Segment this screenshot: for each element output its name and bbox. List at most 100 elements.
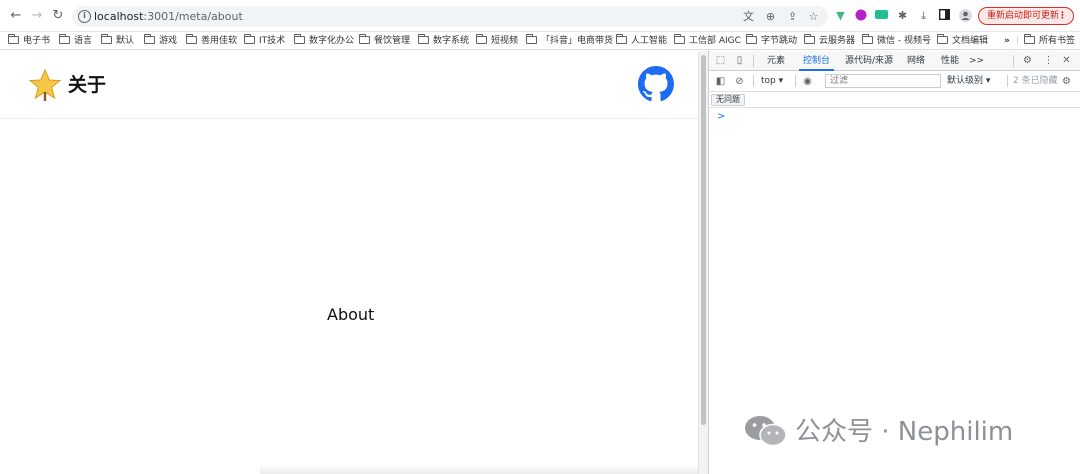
folder-icon: [59, 33, 70, 44]
toolbar-divider: [1007, 75, 1008, 87]
web-page: 关于 About: [0, 51, 698, 474]
wechat-logo-icon: [745, 416, 787, 447]
github-icon[interactable]: [638, 66, 674, 102]
bookmark-folder[interactable]: 「抖音」电商带货: [526, 33, 613, 48]
bookmark-folder[interactable]: 字节跳动: [746, 33, 797, 48]
folder-icon: [804, 33, 815, 44]
menu-dots-icon: ⋮: [1058, 11, 1067, 21]
page-title: 关于: [68, 74, 107, 96]
back-arrow-icon[interactable]: ←: [8, 8, 24, 24]
bookmark-folder[interactable]: 语言: [59, 33, 92, 48]
watermark-text: 公众号 · Nephilim: [795, 417, 1014, 447]
toolbar-divider: [795, 75, 796, 87]
folder-icon: [244, 33, 255, 44]
folder-icon: [616, 33, 627, 44]
folder-icon: [418, 33, 429, 44]
translate-icon[interactable]: 文: [742, 10, 755, 23]
page-bottom-shadow: [260, 464, 698, 474]
bookmark-folder[interactable]: 数字化办公: [294, 33, 354, 48]
tab-network[interactable]: 网络: [907, 51, 925, 71]
tab-elements[interactable]: 元素: [767, 51, 785, 71]
bookmarks-bar: 电子书 语言 默认 游戏 善用佳软 IT技术 数字化办公 餐饮管理 数字系统 短…: [0, 32, 1080, 50]
context-select[interactable]: top ▾: [761, 75, 783, 88]
bookmark-folder[interactable]: 微信 - 视频号: [862, 33, 931, 48]
folder-icon: [526, 33, 537, 44]
address-bar[interactable]: i localhost:3001/meta/about 文 ⊕ ⇪ ☆: [72, 6, 828, 27]
settings-gear-icon[interactable]: ⚙: [1021, 54, 1034, 67]
folder-icon: [294, 33, 305, 44]
folder-icon: [1024, 33, 1035, 44]
sidebar-toggle-icon[interactable]: ◧: [714, 75, 727, 88]
folder-icon: [186, 33, 197, 44]
bookmarks-divider: |: [1016, 36, 1020, 46]
vue-devtools-icon[interactable]: ▼: [834, 9, 847, 22]
share-icon[interactable]: ⇪: [786, 10, 799, 23]
reload-icon[interactable]: ↻: [50, 8, 66, 24]
bookmark-folder[interactable]: 人工智能: [616, 33, 667, 48]
folder-icon: [8, 33, 19, 44]
bookmark-folder[interactable]: 短视频: [476, 33, 518, 48]
bookmark-folder[interactable]: 云服务器: [804, 33, 855, 48]
toolbar-divider: [753, 75, 754, 87]
folder-icon: [101, 33, 112, 44]
site-info-icon[interactable]: i: [78, 10, 91, 23]
url-text[interactable]: localhost:3001/meta/about: [94, 9, 243, 24]
tab-console[interactable]: 控制台: [799, 51, 835, 71]
download-icon[interactable]: ⤓: [917, 9, 930, 22]
tab-divider: [1013, 55, 1014, 67]
kebab-menu-icon[interactable]: ⋮: [1042, 54, 1055, 67]
bookmark-folder[interactable]: 工信部 AIGC: [674, 33, 741, 48]
device-toolbar-icon[interactable]: ▯: [733, 54, 746, 67]
about-text: About: [327, 305, 375, 324]
page-header: 关于: [0, 51, 698, 119]
extensions-puzzle-icon[interactable]: ✱: [896, 9, 909, 22]
all-bookmarks-button[interactable]: 所有书签: [1024, 33, 1075, 48]
tab-sources[interactable]: 源代码/来源: [845, 51, 893, 71]
bookmark-folder[interactable]: 游戏: [144, 33, 177, 48]
folder-icon: [862, 33, 873, 44]
zoom-icon[interactable]: ⊕: [764, 10, 777, 23]
forward-arrow-icon[interactable]: →: [29, 8, 45, 24]
bookmark-folder[interactable]: 善用佳软: [186, 33, 237, 48]
bookmark-folder[interactable]: 文档编辑: [937, 33, 988, 48]
scrollbar-thumb[interactable]: [701, 55, 706, 425]
folder-icon: [674, 33, 685, 44]
bookmark-star-icon[interactable]: ☆: [807, 10, 820, 23]
bookmark-folder[interactable]: IT技术: [244, 33, 285, 48]
bookmark-folder[interactable]: 餐饮管理: [359, 33, 410, 48]
bookmark-folder[interactable]: 电子书: [8, 33, 50, 48]
issues-row: 无问题: [709, 92, 1080, 108]
folder-icon: [937, 33, 948, 44]
issues-button[interactable]: 无问题: [711, 94, 745, 106]
console-filter-input[interactable]: [825, 74, 941, 88]
bookmark-folder[interactable]: 默认: [101, 33, 134, 48]
hidden-messages-count: 2 条已隐藏: [1013, 76, 1058, 86]
devtools-panel: ⬚ ▯ 元素 控制台 源代码/来源 网络 性能 >> ⚙ ⋮ ✕ ◧ ⊘ top…: [708, 51, 1080, 474]
more-tabs-button[interactable]: >>: [969, 51, 984, 71]
console-settings-gear-icon[interactable]: ⚙: [1060, 75, 1073, 88]
folder-icon: [476, 33, 487, 44]
folder-icon: [746, 33, 757, 44]
side-panel-icon[interactable]: [938, 8, 951, 22]
page-scrollbar[interactable]: [698, 51, 708, 474]
folder-icon: [144, 33, 155, 44]
bookmarks-overflow-button[interactable]: »: [1004, 34, 1010, 48]
tab-performance[interactable]: 性能: [941, 51, 959, 71]
tab-divider: [753, 55, 754, 67]
inspect-element-icon[interactable]: ⬚: [714, 54, 727, 67]
extension-purple-icon[interactable]: [854, 9, 867, 22]
close-devtools-icon[interactable]: ✕: [1060, 54, 1073, 67]
bookmark-folder[interactable]: 数字系统: [418, 33, 469, 48]
profile-avatar-icon[interactable]: [959, 9, 972, 22]
devtools-tab-bar: ⬚ ▯ 元素 控制台 源代码/来源 网络 性能 >> ⚙ ⋮ ✕: [709, 51, 1080, 71]
console-prompt-caret[interactable]: >: [717, 111, 725, 123]
folder-icon: [359, 33, 370, 44]
star-logo-icon[interactable]: [28, 68, 62, 102]
relaunch-update-button[interactable]: 重新启动即可更新 ⋮: [978, 7, 1074, 25]
log-levels-dropdown[interactable]: 默认级别 ▾: [947, 75, 990, 88]
live-expression-eye-icon[interactable]: ◉: [801, 75, 814, 88]
clear-console-icon[interactable]: ⊘: [733, 75, 746, 88]
extension-green-icon[interactable]: [875, 9, 888, 22]
console-toolbar: ◧ ⊘ top ▾ ◉ 默认级别 ▾ 2 条已隐藏 ⚙: [709, 71, 1080, 92]
browser-toolbar: ← → ↻ i localhost:3001/meta/about 文 ⊕ ⇪ …: [0, 0, 1080, 32]
